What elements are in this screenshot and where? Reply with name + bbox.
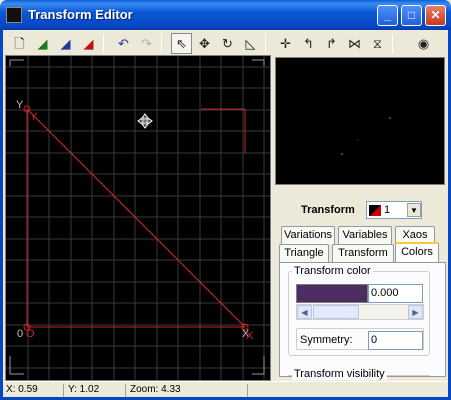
transform-select-value: 1 [384, 204, 391, 216]
duplicate-transform-icon[interactable]: ◢ [55, 33, 76, 54]
transform-visibility-group-title: Transform visibility [292, 368, 387, 380]
flip-vertical-icon[interactable]: ⧖ [367, 33, 388, 54]
window-title: Transform Editor [28, 7, 133, 22]
app-icon [6, 7, 22, 23]
color-swatch[interactable] [296, 284, 368, 303]
move-icon[interactable]: ✥ [194, 33, 215, 54]
transform-triangle [23, 105, 249, 331]
y-axis-label: Y [30, 111, 38, 123]
tab-triangle[interactable]: Triangle [279, 244, 329, 262]
scroll-right-icon[interactable]: ▶ [408, 305, 423, 319]
minimize-button[interactable]: _ [377, 5, 398, 26]
add-transform-icon[interactable]: ◢ [32, 33, 53, 54]
move-cursor-icon [137, 113, 153, 129]
color-scrollbar[interactable]: ◀ ▶ [296, 304, 424, 320]
grid [6, 56, 270, 380]
chevron-down-icon[interactable]: ▼ [407, 203, 421, 217]
symmetry-label: Symmetry: [300, 334, 353, 346]
toolbar-separator [161, 34, 162, 53]
status-x: X: 0.59 [4, 384, 64, 397]
select-icon[interactable]: ⇖ [171, 33, 192, 54]
symmetry-field[interactable]: 0 [368, 331, 423, 350]
redo-icon[interactable]: ↷ [136, 33, 157, 54]
transform-canvas-svg: Y Y 0 O X X [6, 56, 270, 380]
origin-label: O [26, 328, 35, 340]
scale-icon[interactable]: ◺ [240, 33, 261, 54]
toolbar-separator [103, 34, 104, 53]
tab-colors[interactable]: Colors [395, 242, 439, 262]
flame-preview [275, 57, 445, 185]
maximize-button[interactable]: □ [401, 5, 422, 26]
transform-select[interactable]: 1 ▼ [366, 201, 422, 219]
tab-variations[interactable]: Variations [281, 226, 335, 244]
preview-toggle-icon[interactable]: ◉ [413, 33, 434, 54]
flip-horizontal-icon[interactable]: ⋈ [344, 33, 365, 54]
rotate-icon[interactable]: ↻ [217, 33, 238, 54]
rotate-right-icon[interactable]: ↱ [321, 33, 342, 54]
status-y: Y: 1.02 [66, 384, 126, 397]
rotate-left-icon[interactable]: ↰ [298, 33, 319, 54]
x-axis-label: X [246, 330, 254, 342]
scrollbar-thumb[interactable] [313, 305, 359, 319]
transform-label: Transform [301, 204, 355, 216]
new-icon[interactable]: 🗋 [9, 33, 30, 54]
scroll-left-icon[interactable]: ◀ [297, 305, 312, 319]
transform-color-group-title: Transform color [292, 265, 373, 277]
y-axis-label-ref: Y [16, 99, 24, 111]
status-bar: X: 0.59 Y: 1.02 Zoom: 4.33 [3, 381, 448, 397]
close-button[interactable]: ✕ [425, 5, 446, 26]
color-value-field[interactable]: 0.000 [368, 284, 423, 303]
origin-label-ref: 0 [17, 328, 23, 340]
status-zoom: Zoom: 4.33 [128, 384, 248, 397]
tab-transform[interactable]: Transform [332, 244, 394, 262]
tab-variables[interactable]: Variables [338, 226, 392, 244]
undo-icon[interactable]: ↶ [113, 33, 134, 54]
transform-triangle-icon [369, 205, 381, 216]
reset-icon[interactable]: ✛ [275, 33, 296, 54]
toolbar: 🗋 ◢ ◢ ◢ ↶ ↷ ⇖ ✥ ↻ ◺ ✛ ↰ ↱ ⋈ ⧖ ◉ [3, 30, 448, 56]
toolbar-separator [392, 34, 393, 53]
transform-canvas[interactable]: Y Y 0 O X X [5, 55, 271, 381]
toolbar-separator [265, 34, 266, 53]
delete-transform-icon[interactable]: ◢ [78, 33, 99, 54]
